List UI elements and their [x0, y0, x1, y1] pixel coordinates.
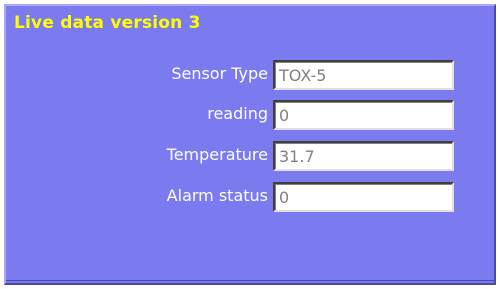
temperature-label: Temperature — [166, 145, 268, 164]
alarm-status-row: Alarm status — [6, 182, 494, 214]
temperature-row: Temperature — [6, 141, 494, 173]
reading-field[interactable] — [273, 100, 454, 130]
panel-bottom-divider — [6, 280, 494, 281]
panel-title: Live data version 3 — [14, 13, 201, 33]
temperature-field[interactable] — [273, 141, 454, 171]
sensor-type-row: Sensor Type — [6, 60, 494, 92]
reading-label: reading — [207, 104, 268, 123]
alarm-status-label: Alarm status — [166, 186, 268, 205]
live-data-panel: Live data version 3 Sensor Type reading … — [4, 4, 496, 285]
reading-row: reading — [6, 100, 494, 132]
sensor-type-field[interactable] — [273, 60, 454, 90]
alarm-status-field[interactable] — [273, 182, 454, 212]
sensor-type-label: Sensor Type — [171, 64, 268, 83]
